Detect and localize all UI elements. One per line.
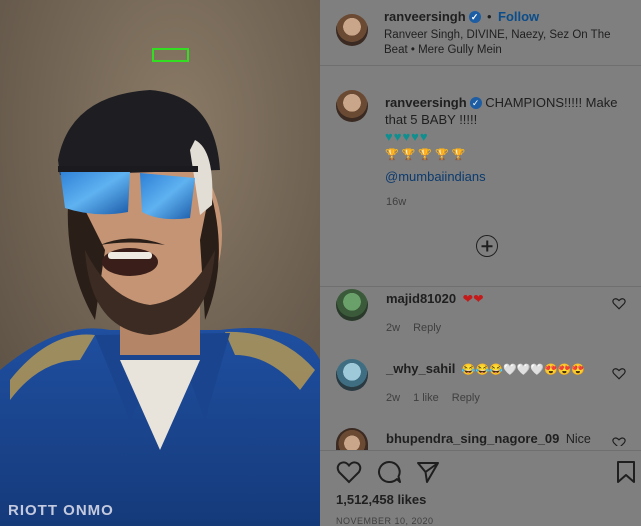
divider [320,450,641,451]
speech-bubble-icon[interactable] [376,460,402,484]
comment-like-icon[interactable] [612,297,626,310]
caption-username[interactable]: ranveersingh [385,95,467,110]
teal-heart-icon: ♥ [411,129,419,144]
comment-1: majid81020 ❤❤ [386,291,484,306]
trophy-icon: 🏆 [435,149,449,161]
reply-button[interactable]: Reply [413,322,441,334]
header-username-row: ranveersingh ✓ [384,9,481,24]
trophy-icon: 🏆 [385,149,399,161]
person-illustration [0,0,320,526]
avatar[interactable] [336,14,368,46]
teal-heart-icon: ♥ [385,129,393,144]
post-date: NOVEMBER 10, 2020 [336,516,434,526]
divider [320,286,641,287]
comment-username[interactable]: _why_sahil [386,361,455,376]
comment-2: _why_sahil 😂😂😂🤍🤍🤍😍😍😍 [386,361,585,376]
commenter-avatar[interactable] [336,289,368,321]
trophy-icon: 🏆 [418,149,433,161]
trophy-icon: 🏆 [451,149,466,161]
mention-link[interactable]: @mumbaiindians [385,168,625,185]
follow-button[interactable]: Follow [498,9,539,24]
reply-button[interactable]: Reply [452,392,480,404]
comment-text: 😂😂😂🤍🤍🤍😍😍😍 [461,364,586,376]
jersey-text: RIOTT ONMO [8,502,114,519]
paper-plane-icon[interactable] [416,460,440,484]
caption-trophies: 🏆 🏆 🏆 🏆 🏆 [385,147,625,164]
highlight-box [152,48,189,62]
commenter-avatar[interactable] [336,359,368,391]
caption-timestamp[interactable]: 16w [386,196,406,208]
audio-credit[interactable]: Ranveer Singh, DIVINE, Naezy, Sez On The… [384,28,629,58]
caption-hearts: ♥ ♥ ♥ ♥ ♥ [385,130,625,144]
heart-outline-icon[interactable] [336,460,362,484]
comment-like-icon[interactable] [612,436,626,446]
comment-username[interactable]: majid81020 [386,291,456,306]
comment-time[interactable]: 2w [386,392,400,404]
plus-circle-icon[interactable] [476,235,498,257]
header-username[interactable]: ranveersingh [384,9,466,24]
comment-time[interactable]: 2w [386,322,400,334]
post-details: ranveersingh ✓ • Follow Ranveer Singh, DI… [320,0,641,526]
post-media[interactable]: RIOTT ONMO [0,0,320,526]
comment-likes[interactable]: 1 like [413,392,439,404]
commenter-avatar[interactable] [336,428,368,450]
comment-text: ❤❤ [462,292,484,306]
teal-heart-icon: ♥ [402,129,411,144]
verified-badge-icon: ✓ [468,11,481,23]
verified-badge-icon: ✓ [469,97,482,109]
bookmark-icon[interactable] [616,460,636,484]
comment-3: bhupendra_sing_nagore_09 Nice [386,431,591,449]
comment-meta: 2w 1 like Reply [386,392,480,404]
teal-heart-icon: ♥ [419,129,428,144]
comment-like-icon[interactable] [612,367,626,380]
post-header: ranveersingh ✓ • Follow Ranveer Singh, DI… [320,0,641,66]
separator-dot: • [487,9,492,24]
trophy-icon: 🏆 [401,149,416,161]
caption: ranveersingh ✓ CHAMPIONS!!!!! Make that 5… [385,94,625,185]
comment-text: Nice [565,432,591,446]
caption-avatar[interactable] [336,90,368,122]
comment-username[interactable]: bhupendra_sing_nagore_09 [386,431,559,446]
likes-count[interactable]: 1,512,458 likes [336,492,426,507]
teal-heart-icon: ♥ [393,129,402,144]
comment-meta: 2w Reply [386,322,441,334]
